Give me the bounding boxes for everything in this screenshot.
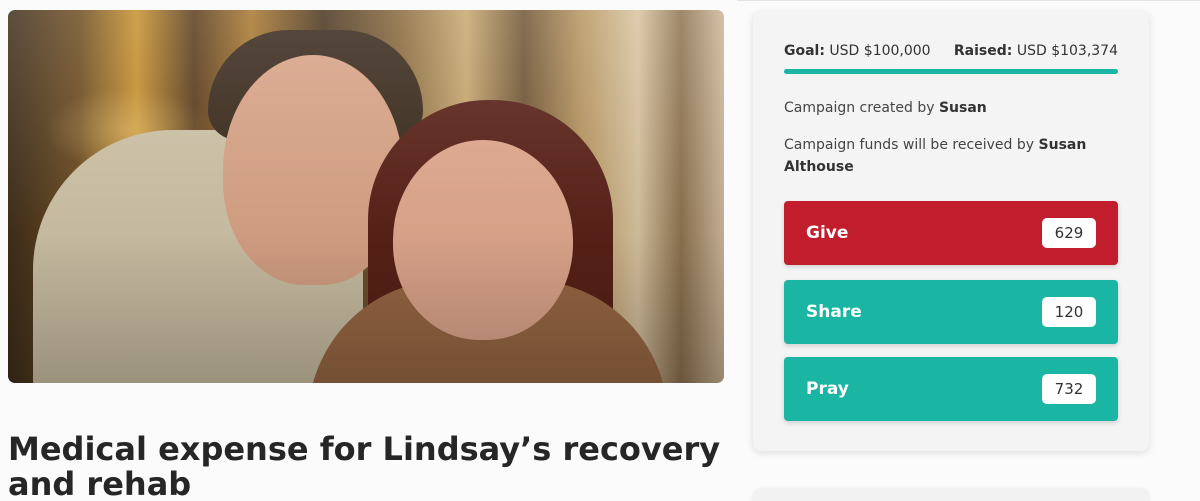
raised-text: Raised: USD $103,374 bbox=[954, 43, 1118, 59]
goal-text: Goal: USD $100,000 bbox=[784, 43, 931, 59]
campaign-photo bbox=[8, 10, 724, 383]
progress-fill bbox=[784, 69, 1118, 74]
share-label: Share bbox=[806, 302, 862, 322]
pray-label: Pray bbox=[806, 379, 849, 399]
campaign-title: Medical expense for Lindsay’s recovery a… bbox=[8, 430, 721, 501]
goal-label: Goal: bbox=[784, 43, 825, 59]
campaign-creator: Campaign created by Susan bbox=[784, 97, 1104, 119]
photo-overlay bbox=[8, 10, 724, 383]
recipient-prefix: Campaign funds will be received by bbox=[784, 137, 1035, 153]
give-label: Give bbox=[806, 223, 849, 243]
give-button[interactable]: Give 629 bbox=[784, 201, 1118, 265]
share-count: 120 bbox=[1042, 297, 1096, 327]
creator-prefix: Campaign created by bbox=[784, 100, 935, 116]
goal-raised-row: Goal: USD $100,000 Raised: USD $103,374 bbox=[784, 43, 1118, 59]
creator-name: Susan bbox=[938, 100, 987, 116]
campaign-recipient: Campaign funds will be received by Susan… bbox=[784, 134, 1104, 178]
donation-card: Goal: USD $100,000 Raised: USD $103,374 … bbox=[753, 11, 1149, 451]
header-divider bbox=[737, 0, 1200, 1]
raised-label: Raised: bbox=[953, 43, 1013, 59]
progress-bar bbox=[784, 69, 1118, 74]
secondary-card bbox=[753, 488, 1149, 501]
pray-button[interactable]: Pray 732 bbox=[784, 357, 1118, 421]
share-button[interactable]: Share 120 bbox=[784, 280, 1118, 344]
give-count: 629 bbox=[1042, 218, 1096, 248]
pray-count: 732 bbox=[1042, 374, 1096, 404]
goal-value: USD $100,000 bbox=[829, 43, 931, 59]
raised-value: USD $103,374 bbox=[1016, 43, 1118, 59]
